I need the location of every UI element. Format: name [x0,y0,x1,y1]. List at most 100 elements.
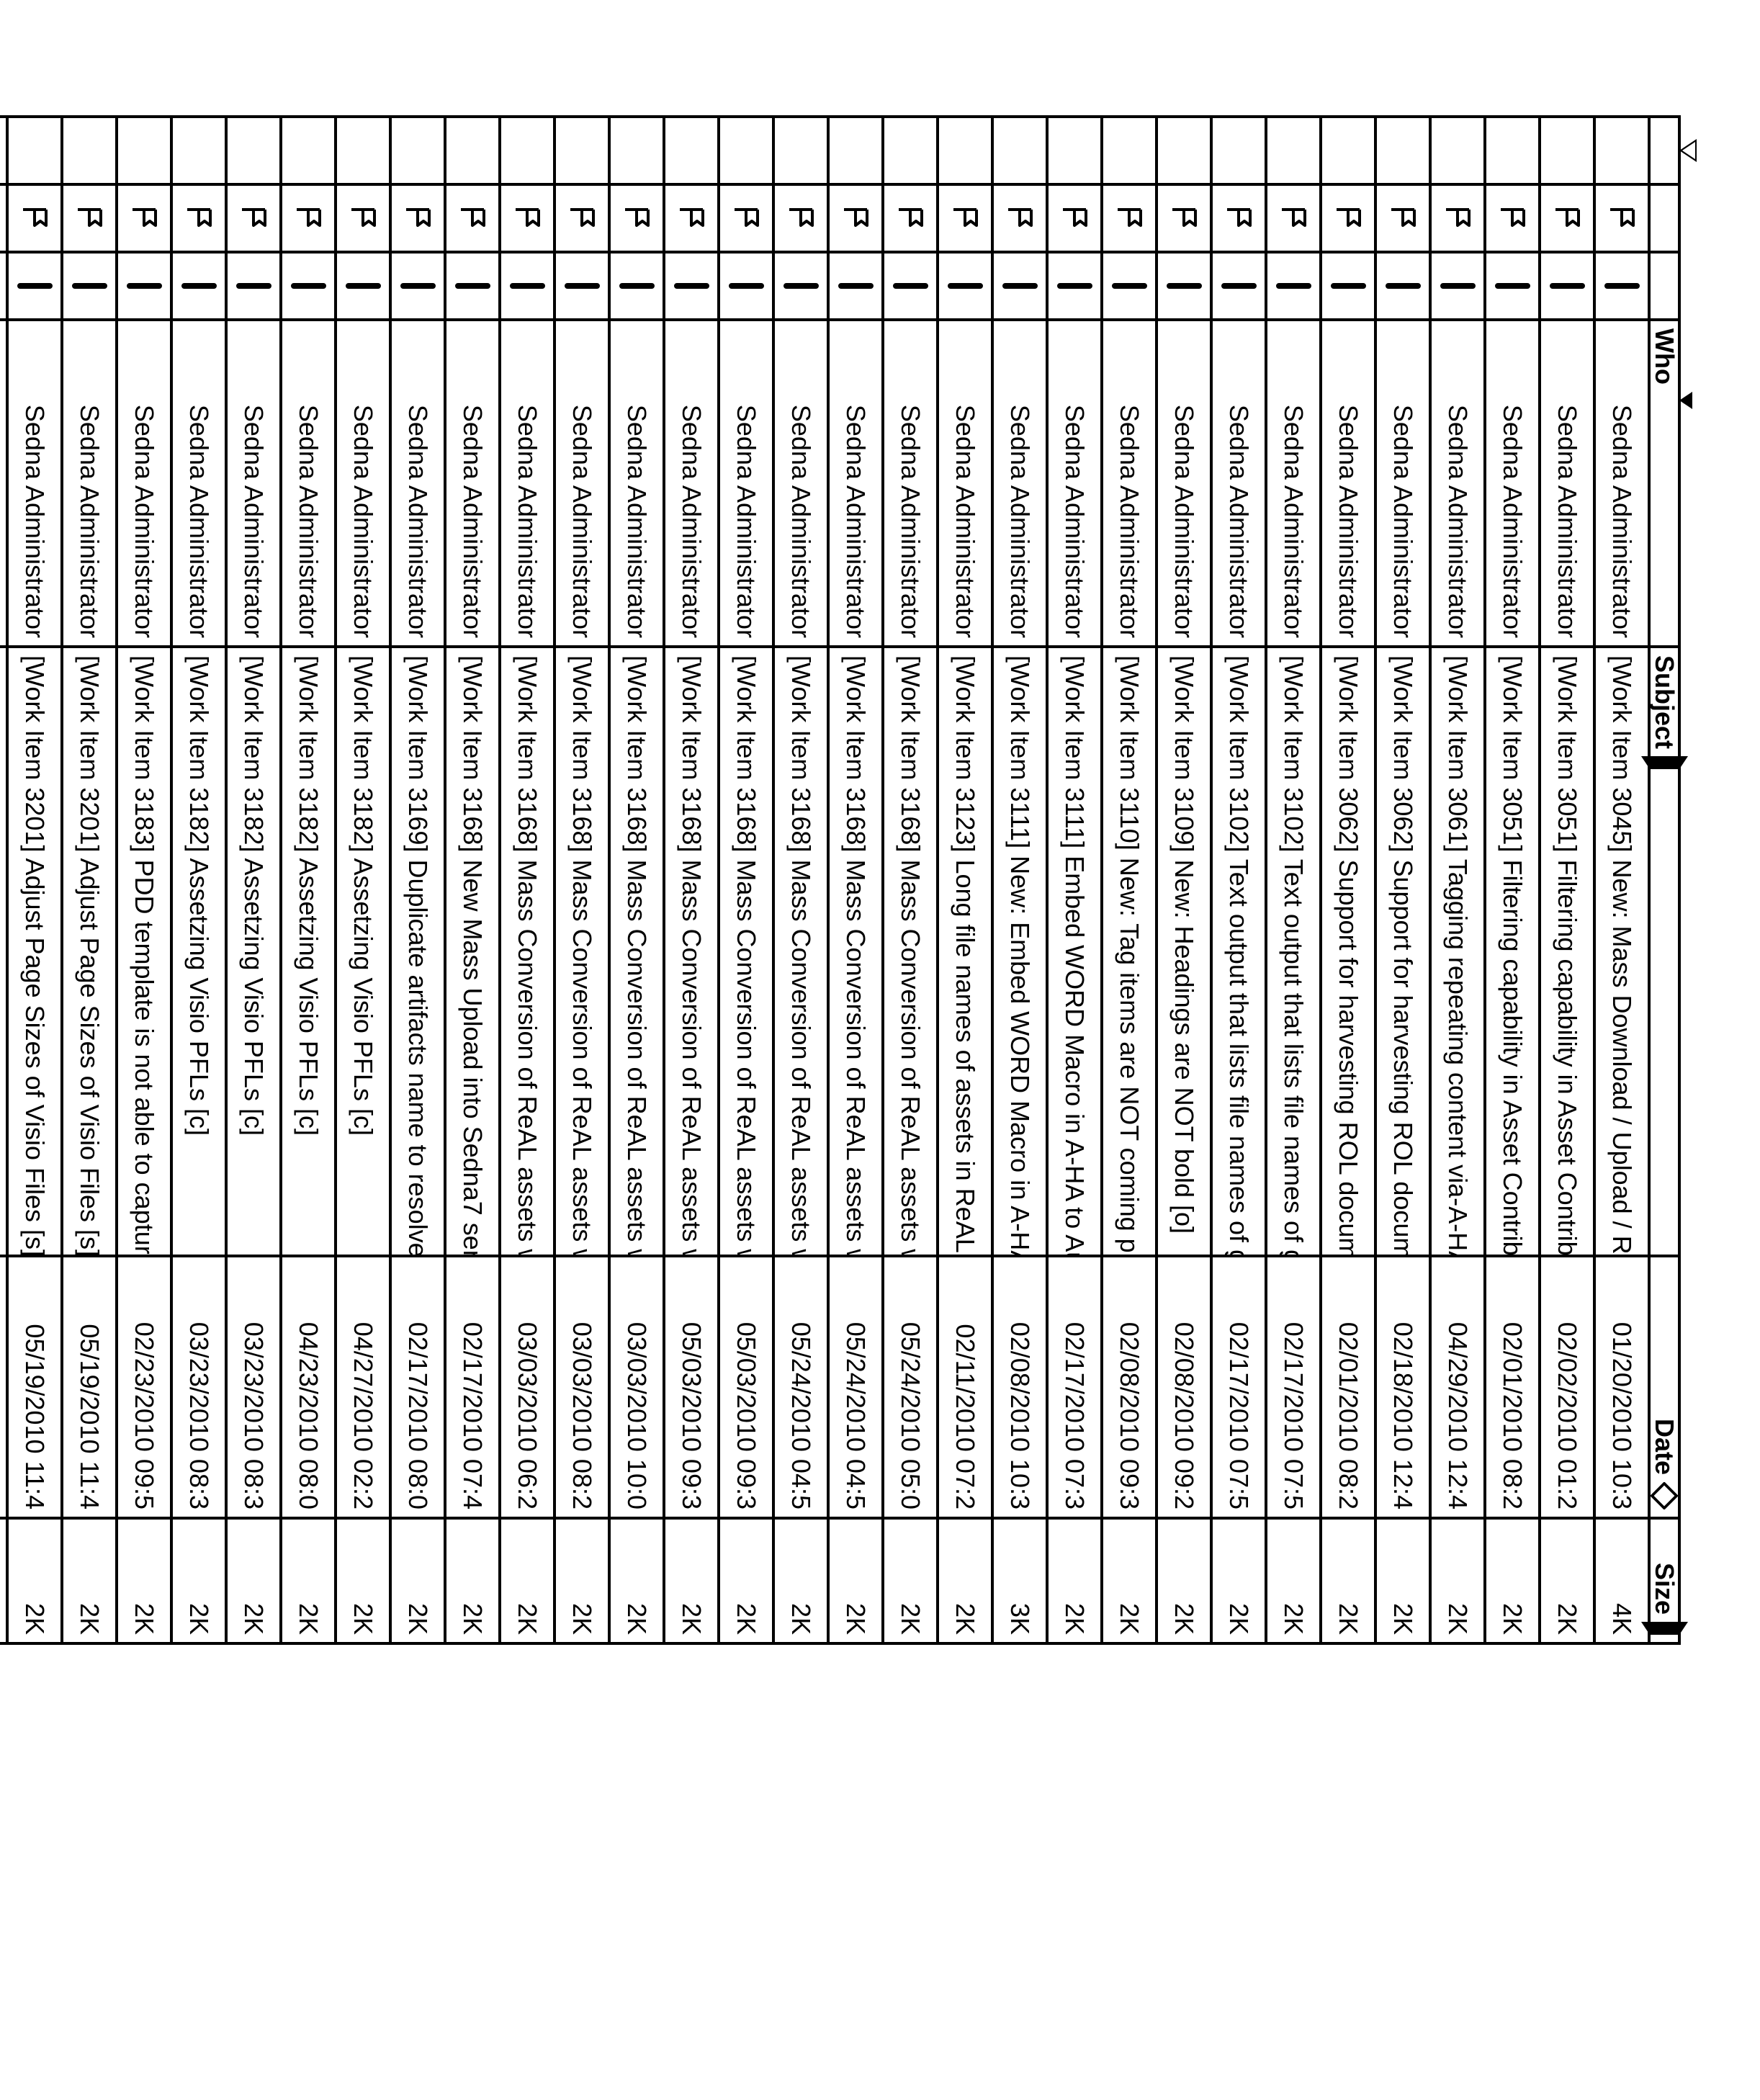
envelope-icon [1554,283,1580,289]
table-row[interactable]: Sedna Administrator [Work Item 3102] Tex… [1210,118,1265,1642]
table-row[interactable]: Sedna Administrator [Work Item 3182] Ass… [170,118,225,1642]
row-subject: [Work Item 3045] New: Mass Download / Up… [1596,648,1648,1257]
row-pin-cell [994,118,1046,186]
row-mail-cell [173,253,225,321]
row-who: Sedna Administrator [994,321,1046,648]
row-flag-cell[interactable] [1486,186,1538,253]
header-date[interactable]: Date [1651,1257,1678,1520]
row-flag-cell[interactable] [830,186,881,253]
row-flag-cell[interactable] [1158,186,1210,253]
row-pin-cell [1541,118,1593,186]
row-flag-cell[interactable] [939,186,991,253]
row-flag-cell[interactable] [446,186,498,253]
row-flag-cell[interactable] [1377,186,1429,253]
row-flag-cell[interactable] [884,186,936,253]
row-flag-cell[interactable] [118,186,170,253]
table-row[interactable]: Sedna Administrator [Work Item 3051] Fil… [1483,118,1538,1642]
row-flag-cell[interactable] [556,186,608,253]
row-who: Sedna Administrator [1377,321,1429,648]
row-flag-cell[interactable] [1322,186,1374,253]
row-flag-cell[interactable] [337,186,389,253]
row-size: 3K [994,1520,1046,1642]
table-row[interactable]: Sedna Administrator [Work Item 3168] Mas… [717,118,772,1642]
row-flag-cell[interactable] [665,186,717,253]
row-flag-cell[interactable] [994,186,1046,253]
row-flag-cell[interactable] [0,186,6,253]
table-row[interactable]: Sedna Administrator [Work Item 3062] Sup… [1374,118,1429,1642]
envelope-icon [1280,283,1306,289]
row-flag-cell[interactable] [228,186,279,253]
table-row[interactable]: Sedna Administrator [Work Item 3201] Adj… [6,118,60,1642]
flag-icon [1553,204,1581,233]
flag-icon [20,204,49,233]
flag-icon [786,204,815,233]
table-row[interactable]: Sedna Administrator [Work Item 3168] Mas… [772,118,827,1642]
table-row[interactable]: Sedna Administrator [Work Item 3182] Ass… [334,118,389,1642]
table-row[interactable]: Sedna Administrator [Work Item 3168] Mas… [663,118,717,1642]
header-subject[interactable]: Subject [1651,648,1678,1257]
table-row[interactable]: Sedna Administrator [Work Item 3201] Adj… [0,118,6,1642]
table-row[interactable]: Sedna Administrator [Work Item 3110] New… [1100,118,1155,1642]
header-size[interactable]: Size [1651,1520,1678,1642]
row-flag-cell[interactable] [1541,186,1593,253]
row-size: 2K [282,1520,334,1642]
row-date: 04/29/2010 12:4 [1432,1257,1483,1520]
row-pin-cell [9,118,60,186]
table-row[interactable]: Sedna Administrator [Work Item 3109] New… [1155,118,1210,1642]
table-row[interactable]: Sedna Administrator [Work Item 3168] Mas… [881,118,936,1642]
table-row[interactable]: Sedna Administrator [Work Item 3168] Mas… [827,118,881,1642]
row-flag-cell[interactable] [611,186,663,253]
table-row[interactable]: Sedna Administrator [Work Item 3169] Dup… [389,118,444,1642]
row-mail-cell [118,253,170,321]
table-row[interactable]: Sedna Administrator [Work Item 3102] Tex… [1265,118,1319,1642]
row-pin-cell [884,118,936,186]
table-row[interactable]: Sedna Administrator [Work Item 3061] Tag… [1429,118,1483,1642]
table-row[interactable]: Sedna Administrator [Work Item 3062] Sup… [1319,118,1374,1642]
table-row[interactable]: Sedna Administrator [Work Item 3168] Mas… [553,118,608,1642]
table-row[interactable]: Sedna Administrator [Work Item 3182] Ass… [225,118,279,1642]
envelope-icon [1171,283,1197,289]
table-row[interactable]: Sedna Administrator [Work Item 3183] PDD… [115,118,170,1642]
table-row[interactable]: Sedna Administrator [Work Item 3123] Lon… [936,118,991,1642]
row-pin-cell [556,118,608,186]
row-flag-cell[interactable] [282,186,334,253]
table-row[interactable]: Sedna Administrator [Work Item 3168] Mas… [608,118,663,1642]
header-icon-column[interactable] [1651,253,1678,321]
header-pin-column[interactable] [1651,118,1678,186]
row-flag-cell[interactable] [775,186,827,253]
table-row[interactable]: Sedna Administrator [Work Item 3051] Fil… [1538,118,1593,1642]
envelope-icon [788,283,814,289]
row-pin-cell [1377,118,1429,186]
row-mail-cell [1377,253,1429,321]
flag-icon [184,204,213,233]
flag-icon [1060,204,1089,233]
row-who: Sedna Administrator [173,321,225,648]
row-flag-cell[interactable] [1267,186,1319,253]
flag-icon [951,204,979,233]
row-flag-cell[interactable] [501,186,553,253]
row-flag-cell[interactable] [173,186,225,253]
row-flag-cell[interactable] [1049,186,1100,253]
table-row[interactable]: Sedna Administrator [Work Item 3168] New… [444,118,498,1642]
header-who[interactable]: Who [1651,321,1678,648]
header-flag-column[interactable] [1651,186,1678,253]
table-row[interactable]: Sedna Administrator [Work Item 3182] Ass… [279,118,334,1642]
row-pin-cell [337,118,389,186]
row-mail-cell [611,253,663,321]
row-flag-cell[interactable] [1432,186,1483,253]
row-flag-cell[interactable] [1596,186,1648,253]
table-row[interactable]: Sedna Administrator [Work Item 3168] Mas… [498,118,553,1642]
row-date: 03/03/2010 06:2 [501,1257,553,1520]
row-who: Sedna Administrator [611,321,663,648]
row-flag-cell[interactable] [392,186,444,253]
row-flag-cell[interactable] [1103,186,1155,253]
row-size: 2K [1158,1520,1210,1642]
row-flag-cell[interactable] [9,186,60,253]
row-flag-cell[interactable] [1213,186,1265,253]
table-row[interactable]: Sedna Administrator [Work Item 3201] Adj… [60,118,115,1642]
table-row[interactable]: Sedna Administrator [Work Item 3111] Emb… [1046,118,1100,1642]
row-flag-cell[interactable] [720,186,772,253]
row-flag-cell[interactable] [63,186,115,253]
table-row[interactable]: Sedna Administrator [Work Item 3045] New… [1593,118,1648,1642]
table-row[interactable]: Sedna Administrator [Work Item 3111] New… [991,118,1046,1642]
